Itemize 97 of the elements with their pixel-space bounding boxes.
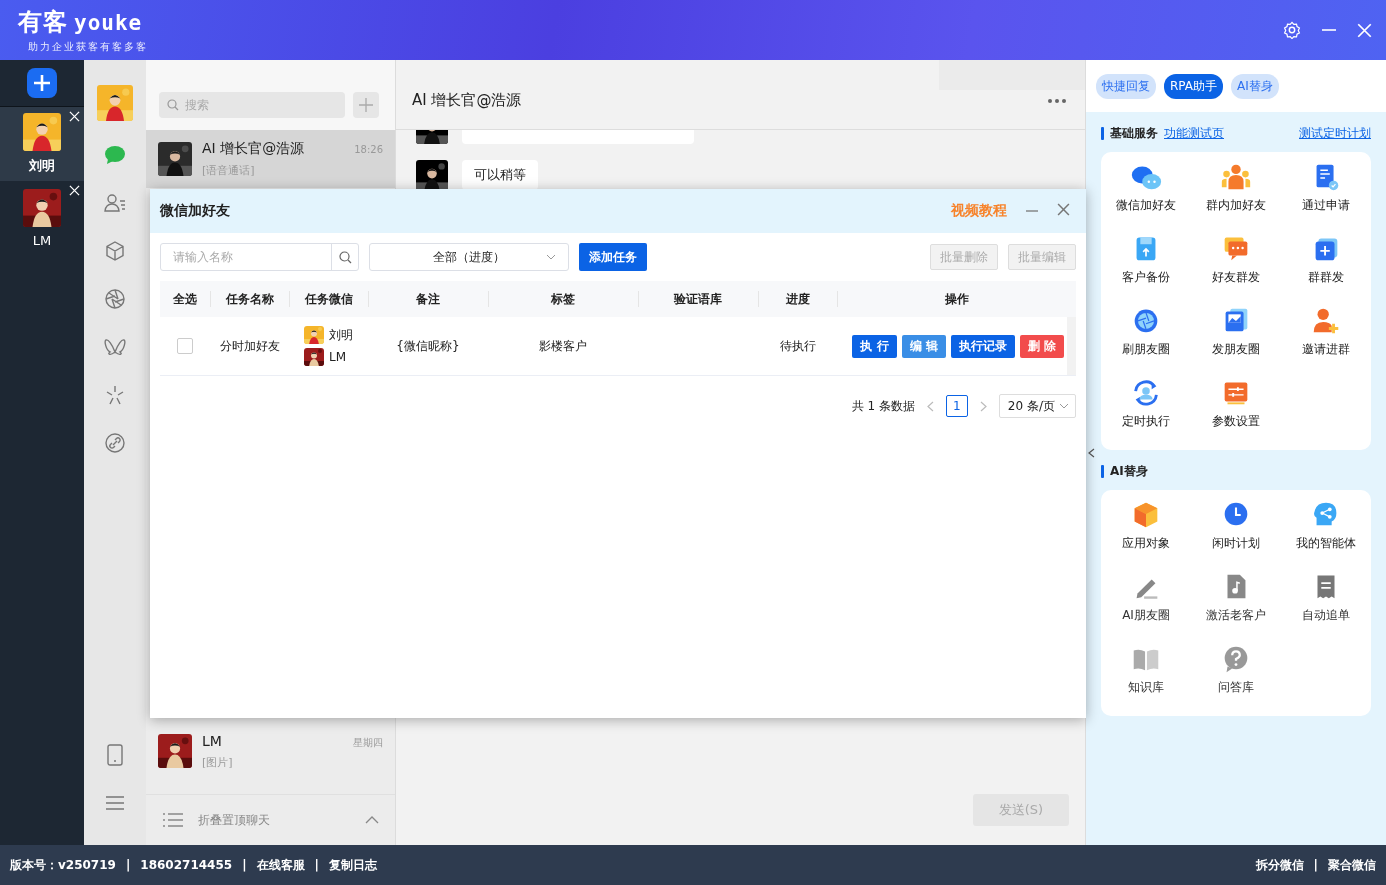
cube-icon[interactable]	[105, 241, 125, 261]
account-name: LM	[32, 232, 52, 248]
feature-item[interactable]: 好友群发	[1191, 232, 1281, 304]
more-icon[interactable]	[1047, 97, 1067, 104]
separator: |	[125, 858, 131, 872]
feature-item[interactable]: 刷朋友圈	[1101, 304, 1191, 376]
list-icon[interactable]	[162, 812, 184, 828]
feature-item[interactable]: 微信加好友	[1101, 160, 1191, 232]
total-count: 共 1 条数据	[851, 397, 915, 415]
version-text: 版本号：v250719	[10, 856, 116, 874]
panel-tab[interactable]: RPA助手	[1164, 73, 1223, 99]
action-button[interactable]: 执 行	[852, 334, 897, 358]
chat-preview: [图片]	[202, 754, 234, 770]
chat-item[interactable]: LM 星期四 [图片]	[146, 722, 395, 780]
plus-icon	[359, 98, 373, 112]
previous-page-icon[interactable]	[926, 400, 934, 412]
chat-name: AI 增长官@浩源	[202, 140, 305, 158]
next-page-icon[interactable]	[979, 400, 987, 412]
menu-icon[interactable]	[105, 795, 125, 811]
page-size-dropdown[interactable]: 20 条/页	[998, 394, 1076, 418]
footer-link[interactable]: 在线客服	[256, 856, 305, 874]
search-box[interactable]: 请输入名称	[160, 243, 359, 271]
message-bubble: 可以稍等	[462, 160, 538, 190]
chat-time: 18:26	[354, 144, 383, 155]
chat-time: 星期四	[353, 735, 383, 750]
test-schedule-link[interactable]: 测试定时计划	[1299, 124, 1371, 142]
chat-title: AI 增长官@浩源	[412, 91, 523, 110]
panel-tab[interactable]: AI替身	[1231, 73, 1279, 99]
action-button[interactable]: 执行记录	[950, 334, 1015, 358]
search-icon[interactable]	[338, 250, 352, 264]
plus-icon	[32, 73, 52, 93]
account-name: 刘明	[329, 326, 353, 344]
phone-icon[interactable]	[107, 744, 123, 766]
logo-text: 有客	[18, 7, 68, 38]
feature-item[interactable]: 通过申请	[1281, 160, 1371, 232]
tagline: 助力企业获客有客多客	[28, 40, 148, 54]
chat-name: LM	[202, 732, 222, 749]
column-header: 标签	[488, 281, 638, 317]
feature-item[interactable]: 闲时计划	[1191, 498, 1281, 570]
column-header: 进度	[758, 281, 837, 317]
search-box[interactable]: 搜索	[159, 92, 345, 118]
logo-latin-text: youke	[74, 11, 143, 35]
column-header: 任务名称	[210, 281, 289, 317]
footer-link[interactable]: 拆分微信	[1255, 856, 1304, 874]
feature-item[interactable]: 发朋友圈	[1191, 304, 1281, 376]
add-task-button[interactable]: 添加任务	[579, 243, 647, 271]
account-tab[interactable]: 刘明	[0, 107, 84, 181]
add-account-button[interactable]	[27, 68, 57, 98]
search-field[interactable]: 请输入名称	[161, 244, 331, 270]
action-button[interactable]: 删 除	[1019, 334, 1064, 358]
feature-item[interactable]: 群群发	[1281, 232, 1371, 304]
settings-icon[interactable]	[1283, 21, 1301, 39]
column-header: 验证语库	[638, 281, 758, 317]
column-header: 任务微信	[289, 281, 368, 317]
account-name: 刘明	[29, 157, 55, 175]
link-icon[interactable]	[105, 433, 125, 453]
footer-link[interactable]: 复制日志	[328, 856, 377, 874]
search-icon	[167, 99, 179, 111]
caret-down-icon	[546, 254, 556, 260]
feature-item[interactable]: 客户备份	[1101, 232, 1191, 304]
chat-icon[interactable]	[104, 145, 126, 165]
caret-down-icon	[1059, 403, 1069, 409]
aperture-icon[interactable]	[105, 289, 125, 309]
panel-tab[interactable]: 快捷回复	[1096, 73, 1156, 99]
table-cell: {微信昵称}	[396, 337, 460, 355]
account-tab[interactable]: LM	[0, 181, 84, 255]
caret-up-icon[interactable]	[365, 816, 379, 824]
table-cell: 待执行	[779, 337, 816, 355]
column-header: 备注	[368, 281, 488, 317]
table-cell: 分时加好友	[219, 337, 280, 355]
table-cell: 影楼客户	[539, 337, 587, 355]
feature-item[interactable]: 应用对象	[1101, 498, 1191, 570]
feature-item[interactable]: 邀请进群	[1281, 304, 1371, 376]
sparkle-icon[interactable]	[104, 384, 126, 406]
separator: |	[314, 858, 319, 872]
feature-item[interactable]: 定时执行	[1101, 376, 1191, 448]
feature-item[interactable]: 群内加好友	[1191, 160, 1281, 232]
section-title: AI替身	[1110, 462, 1148, 480]
search-field[interactable]: 搜索	[185, 98, 337, 112]
progress-filter-dropdown[interactable]: 全部（进度）	[369, 243, 569, 271]
collapse-icon[interactable]	[1088, 448, 1095, 458]
dialog-title: 微信加好友	[160, 202, 231, 220]
section-title: 基础服务	[1110, 124, 1158, 142]
separator: |	[1313, 858, 1318, 872]
feature-item[interactable]: 我的智能体	[1281, 498, 1371, 570]
account-name: LM	[329, 350, 347, 364]
page-button[interactable]: 1	[945, 395, 968, 417]
butterfly-icon[interactable]	[104, 338, 126, 356]
contacts-icon[interactable]	[104, 193, 126, 213]
column-header: 全选	[160, 281, 210, 317]
feature-item[interactable]: 参数设置	[1191, 376, 1281, 448]
row-checkbox[interactable]	[177, 338, 193, 354]
test-page-link[interactable]: 功能测试页	[1164, 124, 1224, 142]
phone-number[interactable]: 18602714455	[140, 858, 233, 872]
column-header: 操作	[837, 281, 1076, 317]
footer-link[interactable]: 聚合微信	[1328, 856, 1376, 874]
separator: |	[242, 858, 247, 872]
